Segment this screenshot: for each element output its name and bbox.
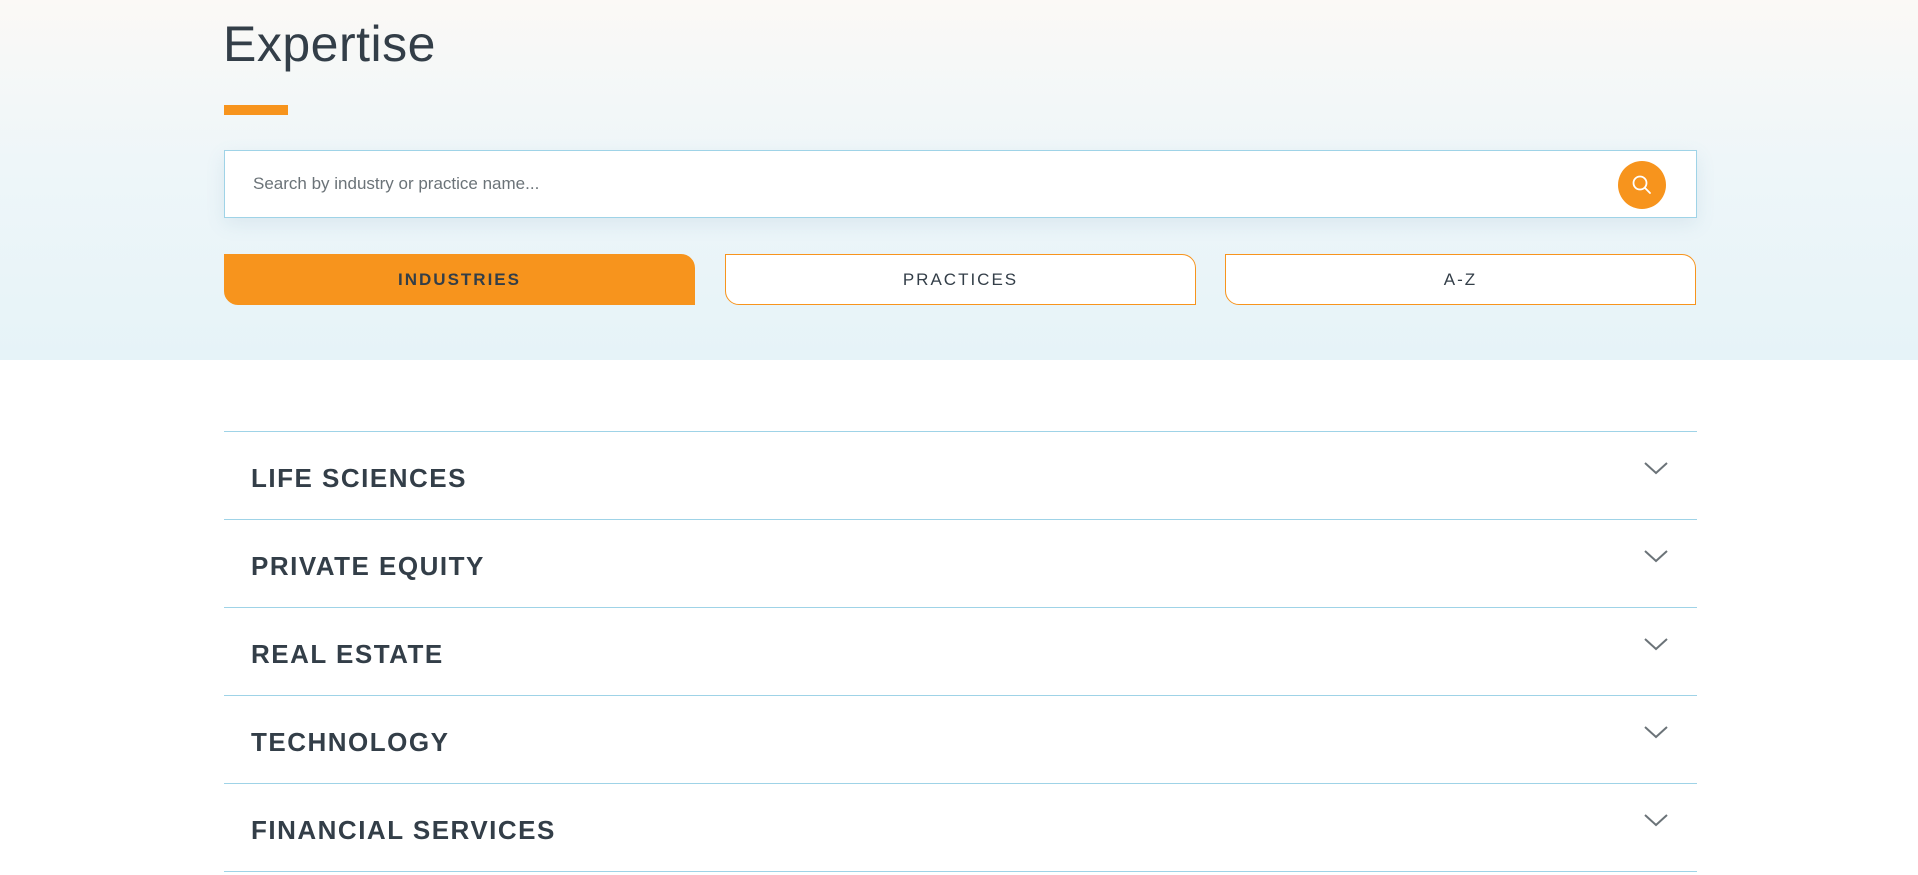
tab-industries[interactable]: INDUSTRIES — [224, 254, 695, 305]
accordion-item-real-estate[interactable]: REAL ESTATE — [224, 608, 1697, 696]
accordion-item-technology[interactable]: TECHNOLOGY — [224, 696, 1697, 784]
chevron-down-icon — [1644, 462, 1668, 475]
search-icon — [1632, 175, 1651, 194]
tab-a-z-label: A-Z — [1443, 269, 1478, 289]
accordion-item-label: FINANCIAL SERVICES — [251, 815, 556, 845]
accordion-item-financial-services[interactable]: FINANCIAL SERVICES — [224, 784, 1697, 872]
accordion-item-label: LIFE SCIENCES — [251, 463, 467, 493]
tab-industries-label: INDUSTRIES — [398, 269, 521, 289]
tab-practices[interactable]: PRACTICES — [725, 254, 1196, 305]
accordion-item-life-sciences[interactable]: LIFE SCIENCES — [224, 432, 1697, 520]
tab-a-z[interactable]: A-Z — [1225, 254, 1696, 305]
accordion-item-label: PRIVATE EQUITY — [251, 551, 485, 581]
chevron-down-icon — [1644, 814, 1668, 827]
search-box — [224, 150, 1697, 218]
tab-practices-label: PRACTICES — [902, 269, 1019, 289]
page-title: Expertise — [223, 16, 436, 72]
search-input[interactable] — [253, 151, 1613, 217]
accordion-item-private-equity[interactable]: PRIVATE EQUITY — [224, 520, 1697, 608]
chevron-down-icon — [1644, 726, 1668, 739]
chevron-down-icon — [1644, 550, 1668, 563]
search-button[interactable] — [1618, 161, 1666, 209]
accordion-item-label: REAL ESTATE — [251, 639, 444, 669]
title-accent-bar — [224, 105, 288, 115]
accordion-item-label: TECHNOLOGY — [251, 727, 450, 757]
hero-section: Expertise INDUSTRIES PRACTICES A-Z — [0, 0, 1918, 360]
chevron-down-icon — [1644, 638, 1668, 651]
industries-accordion: LIFE SCIENCES PRIVATE EQUITY REAL ESTATE… — [224, 431, 1697, 872]
